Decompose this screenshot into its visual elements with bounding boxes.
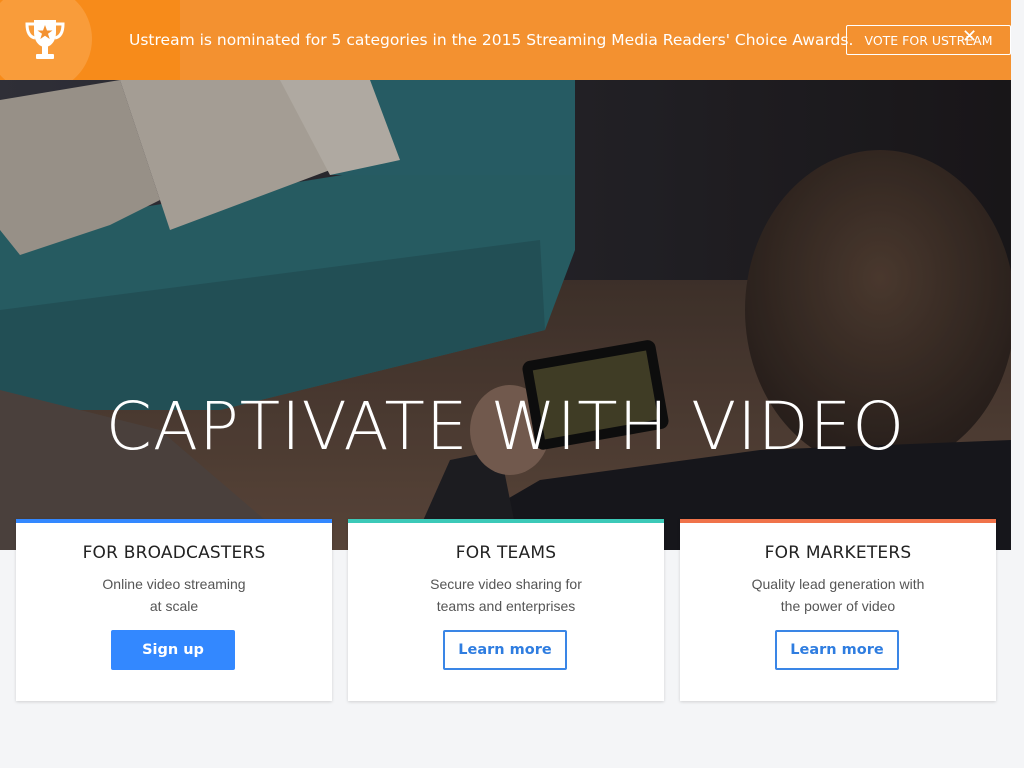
hero-section: CAPTIVATE WITH VIDEO — [0, 80, 1011, 550]
teams-learn-more-button[interactable]: Learn more — [443, 630, 567, 670]
marketers-learn-more-button[interactable]: Learn more — [775, 630, 899, 670]
card-description: Online video streaming at scale — [16, 573, 332, 617]
trophy-icon — [25, 20, 65, 59]
card-teams: FOR TEAMS Secure video sharing for teams … — [348, 519, 664, 701]
card-accent-bar — [16, 519, 332, 523]
card-description-line1: Secure video sharing for — [430, 576, 582, 592]
card-description-line1: Quality lead generation with — [751, 576, 925, 592]
card-description-line2: at scale — [149, 598, 199, 614]
card-title: FOR TEAMS — [455, 543, 557, 563]
card-title: FOR BROADCASTERS — [82, 543, 266, 563]
card-description-line1: Online video streaming — [102, 576, 246, 592]
banner-message: Ustream is nominated for 5 categories in… — [129, 31, 854, 49]
trophy-badge — [0, 0, 92, 80]
card-accent-bar — [348, 519, 664, 523]
card-title: FOR MARKETERS — [764, 543, 912, 563]
card-marketers: FOR MARKETERS Quality lead generation wi… — [680, 519, 996, 701]
card-broadcasters: FOR BROADCASTERS Online video streaming a… — [16, 519, 332, 701]
award-banner: Ustream is nominated for 5 categories in… — [0, 0, 1011, 80]
sign-up-button[interactable]: Sign up — [111, 630, 235, 670]
card-description-line2: the power of video — [780, 598, 896, 614]
card-accent-bar — [680, 519, 996, 523]
card-description-line2: teams and enterprises — [436, 598, 576, 614]
hero-title: CAPTIVATE WITH VIDEO — [105, 388, 906, 465]
card-description: Quality lead generation with the power of… — [680, 573, 996, 617]
card-description: Secure video sharing for teams and enterp… — [348, 573, 664, 617]
vote-button[interactable]: VOTE FOR USTREAM — [846, 25, 1011, 55]
hero-background-image — [0, 80, 1011, 550]
close-icon[interactable]: ✕ — [962, 28, 977, 46]
